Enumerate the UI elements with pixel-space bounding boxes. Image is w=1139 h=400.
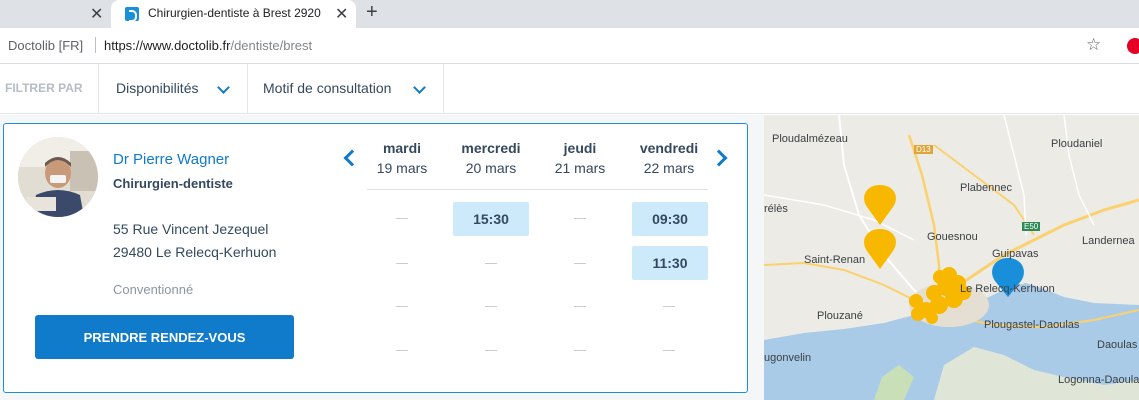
empty-slot — [485, 263, 497, 264]
day-date: 19 mars — [376, 160, 428, 176]
map-place-label: Guipavas — [992, 248, 1039, 260]
map-place-label: Gouesnou — [927, 231, 978, 243]
empty-slot — [574, 218, 586, 219]
site-identity[interactable]: Doctolib [FR] — [8, 38, 83, 53]
empty-slot — [663, 350, 675, 351]
map-place-label: Saint-Renan — [804, 254, 866, 266]
road-number-tag: E50 — [1022, 222, 1041, 231]
address-bar[interactable]: Doctolib [FR] https://www.doctolib.fr/de… — [0, 28, 1139, 64]
tab-title: Chirurgien-dentiste à Brest 2920 — [148, 6, 321, 20]
calendar-day-header: vendredi 22 mars — [624, 140, 714, 176]
empty-slot — [574, 350, 586, 351]
time-slot-button[interactable]: 11:30 — [632, 246, 708, 280]
book-appointment-button[interactable]: PRENDRE RENDEZ-VOUS — [35, 315, 294, 359]
address-divider — [95, 37, 96, 53]
empty-slot — [663, 306, 675, 307]
map-place-label: Landernea — [1082, 235, 1135, 247]
empty-slot — [396, 263, 408, 264]
map-place-label: Ploudaniel — [1051, 138, 1103, 150]
new-tab-icon[interactable]: + — [366, 1, 378, 24]
convention-status: Conventionné — [113, 282, 194, 297]
empty-slot — [485, 306, 497, 307]
doctor-name-link[interactable]: Dr Pierre Wagner — [113, 151, 229, 168]
map-place-label: Plougastel-Daoulas — [984, 319, 1080, 331]
close-tab-icon[interactable]: ✕ — [90, 4, 103, 24]
time-slot-button[interactable]: 15:30 — [453, 202, 529, 236]
time-slot-button[interactable]: 09:30 — [632, 202, 708, 236]
day-date: 20 mars — [465, 160, 517, 176]
pinterest-extension-icon[interactable] — [1127, 38, 1139, 54]
doctor-specialty: Chirurgien-dentiste — [113, 176, 233, 191]
url-host: https://www.doctolib.fr — [104, 38, 231, 53]
availability-filter-dropdown[interactable]: Disponibilités — [98, 64, 247, 114]
url-text[interactable]: https://www.doctolib.fr/dentiste/brest — [104, 38, 312, 53]
browser-tab-active[interactable]: Chirurgien-dentiste à Brest 2920 ✕ — [111, 0, 356, 28]
day-date: 21 mars — [554, 160, 606, 176]
calendar-day-header: mercredi 20 mars — [446, 140, 536, 176]
map-place-label: Logonna-Daoulas — [1058, 374, 1139, 386]
url-path: /dentiste/brest — [230, 38, 313, 53]
day-name: mardi — [382, 140, 422, 156]
empty-slot — [396, 218, 408, 219]
map-place-label: rélès — [764, 203, 788, 215]
calendar-divider — [367, 189, 708, 190]
map-place-label: ugonvelin — [764, 352, 812, 364]
day-name: mercredi — [461, 140, 521, 156]
map-place-label: Plouzané — [817, 310, 863, 322]
close-tab-icon[interactable]: ✕ — [335, 4, 348, 24]
road-number-tag: D13 — [914, 145, 933, 154]
empty-slot — [396, 350, 408, 351]
reason-filter-label: Motif de consultation — [263, 80, 392, 96]
map-place-label: Le Relecq-Kerhuon — [960, 283, 1055, 295]
results-map[interactable]: Ploudalmézeau Ploudaniel Plabennec rélès… — [764, 115, 1139, 400]
filter-bar: FILTRER PAR Disponibilités Motif de cons… — [0, 64, 1139, 114]
filter-label: FILTRER PAR — [5, 81, 83, 95]
empty-slot — [396, 306, 408, 307]
browser-tab-strip: ✕ Chirurgien-dentiste à Brest 2920 ✕ + — [0, 0, 1139, 28]
day-name: jeudi — [563, 140, 597, 156]
doctor-card: Dr Pierre Wagner Chirurgien-dentiste 55 … — [3, 123, 748, 393]
map-place-label: Ploudalmézeau — [772, 133, 848, 145]
doctor-avatar[interactable] — [18, 137, 98, 217]
map-place-label: Plabennec — [960, 182, 1012, 194]
calendar-day-header: mardi 19 mars — [357, 140, 447, 176]
browser-tab-previous[interactable]: ✕ — [0, 0, 110, 28]
reason-filter-dropdown[interactable]: Motif de consultation — [247, 64, 444, 114]
doctolib-favicon-icon — [125, 7, 139, 22]
empty-slot — [574, 306, 586, 307]
availability-filter-label: Disponibilités — [116, 80, 199, 96]
address-line-1: 55 Rue Vincent Jezequel — [113, 221, 269, 237]
empty-slot — [485, 350, 497, 351]
bookmark-star-icon[interactable]: ☆ — [1086, 35, 1101, 55]
day-date: 22 mars — [643, 160, 695, 176]
empty-slot — [574, 263, 586, 264]
map-place-label: Daoulas — [1097, 339, 1138, 351]
chevron-down-icon — [413, 81, 426, 94]
address-line-2: 29480 Le Relecq-Kerhuon — [113, 244, 277, 260]
calendar-day-header: jeudi 21 mars — [535, 140, 625, 176]
day-name: vendredi — [639, 140, 699, 156]
chevron-down-icon — [217, 81, 230, 94]
